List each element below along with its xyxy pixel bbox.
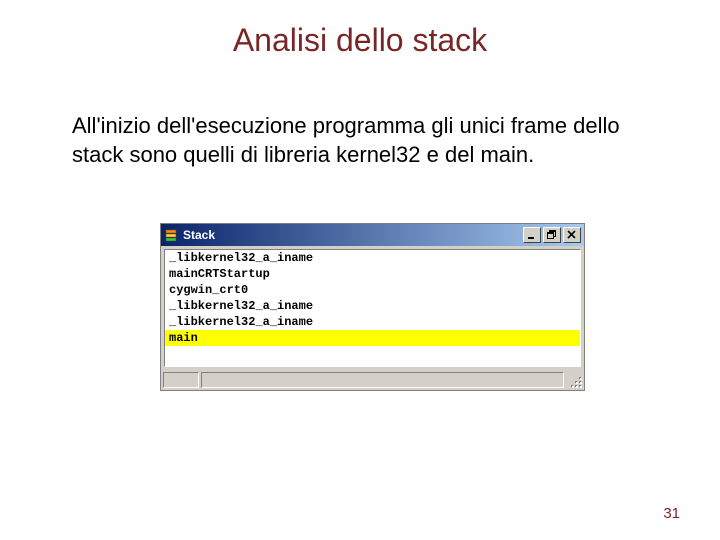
stack-window-screenshot: Stack xyxy=(160,223,585,391)
stack-frame-item[interactable]: _libkernel32_a_iname xyxy=(165,250,580,266)
page-number: 31 xyxy=(663,505,680,522)
stack-frame-item-selected[interactable]: main xyxy=(165,330,580,346)
window-title-text: Stack xyxy=(183,228,523,242)
window-statusbar xyxy=(161,370,584,390)
stack-frame-item[interactable]: mainCRTStartup xyxy=(165,266,580,282)
stack-app-icon xyxy=(163,227,179,243)
close-button[interactable] xyxy=(563,227,581,243)
window-frame: Stack xyxy=(160,223,585,391)
slide-body-text: All'inizio dell'esecuzione programma gli… xyxy=(72,112,652,169)
window-client-border: _libkernel32_a_iname mainCRTStartup cygw… xyxy=(161,246,584,370)
titlebar-buttons xyxy=(523,227,582,243)
statusbar-pane xyxy=(163,372,199,388)
stack-frame-item[interactable]: _libkernel32_a_iname xyxy=(165,298,580,314)
slide-title: Analisi dello stack xyxy=(0,22,720,59)
restore-button[interactable] xyxy=(543,227,561,243)
stack-frame-item[interactable]: cygwin_crt0 xyxy=(165,282,580,298)
stack-frame-item[interactable]: _libkernel32_a_iname xyxy=(165,314,580,330)
resize-grip-icon[interactable] xyxy=(566,372,582,388)
statusbar-pane xyxy=(201,372,564,388)
minimize-button[interactable] xyxy=(523,227,541,243)
window-titlebar[interactable]: Stack xyxy=(161,224,584,246)
stack-list[interactable]: _libkernel32_a_iname mainCRTStartup cygw… xyxy=(164,249,581,367)
